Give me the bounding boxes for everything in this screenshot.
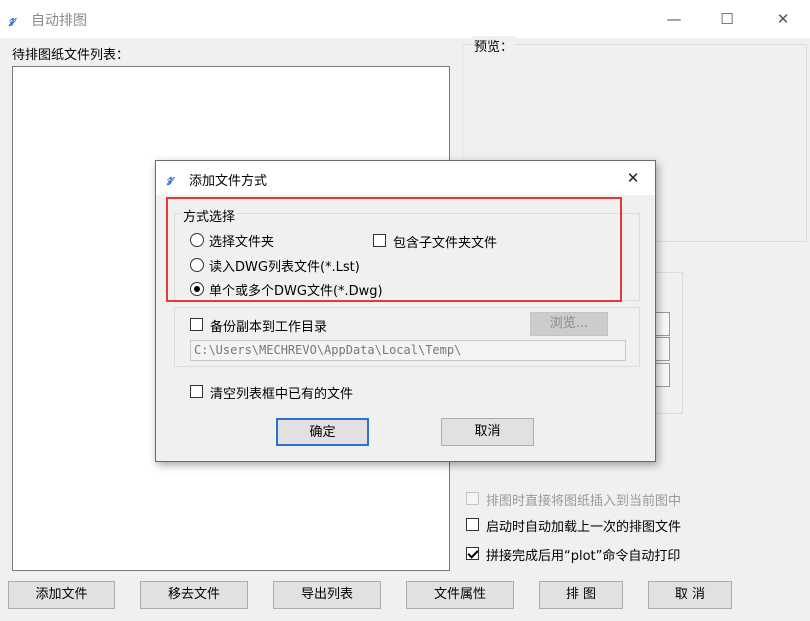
option-label: 排图时直接将图纸插入到当前图中 xyxy=(486,494,682,509)
app-logo-icon: 𝓏 xyxy=(9,11,16,27)
checkbox-checked[interactable] xyxy=(466,547,479,560)
minimize-button[interactable]: — xyxy=(659,8,689,30)
dialog-cancel-button[interactable]: 取消 xyxy=(441,418,534,446)
checkbox[interactable] xyxy=(466,518,479,531)
work-directory-field[interactable]: C:\Users\MECHREVO\AppData\Local\Temp\ xyxy=(190,340,626,361)
checkbox-label: 清空列表框中已有的文件 xyxy=(210,387,354,402)
app-logo-icon: 𝓏 xyxy=(167,170,174,186)
option-label: 启动时自动加载上一次的排图文件 xyxy=(486,520,682,535)
preview-label: 预览： xyxy=(472,36,516,55)
ok-button[interactable]: 确定 xyxy=(276,418,369,446)
browse-button[interactable]: 浏览... xyxy=(530,312,608,336)
file-properties-button[interactable]: 文件属性 xyxy=(406,581,514,609)
cancel-button[interactable]: 取 消 xyxy=(648,581,732,609)
option-label: 拼接完成后用“plot”命令自动打印 xyxy=(486,549,681,564)
export-list-button[interactable]: 导出列表 xyxy=(273,581,381,609)
close-button[interactable]: ✕ xyxy=(768,8,798,30)
checkbox[interactable] xyxy=(466,492,479,505)
checkbox[interactable] xyxy=(190,318,203,331)
window-title: 自动排图 xyxy=(31,13,87,29)
checkbox[interactable] xyxy=(190,385,203,398)
remove-file-button[interactable]: 移去文件 xyxy=(140,581,248,609)
arrange-button[interactable]: 排 图 xyxy=(539,581,623,609)
highlight-box xyxy=(166,197,622,302)
dialog-title: 添加文件方式 xyxy=(189,174,268,189)
maximize-button[interactable]: ☐ xyxy=(712,8,742,30)
checkbox-label: 备份副本到工作目录 xyxy=(210,320,328,335)
file-list-label: 待排图纸文件列表： xyxy=(12,48,130,63)
add-file-button[interactable]: 添加文件 xyxy=(8,581,115,609)
dialog-close-button[interactable]: ✕ xyxy=(622,167,644,189)
